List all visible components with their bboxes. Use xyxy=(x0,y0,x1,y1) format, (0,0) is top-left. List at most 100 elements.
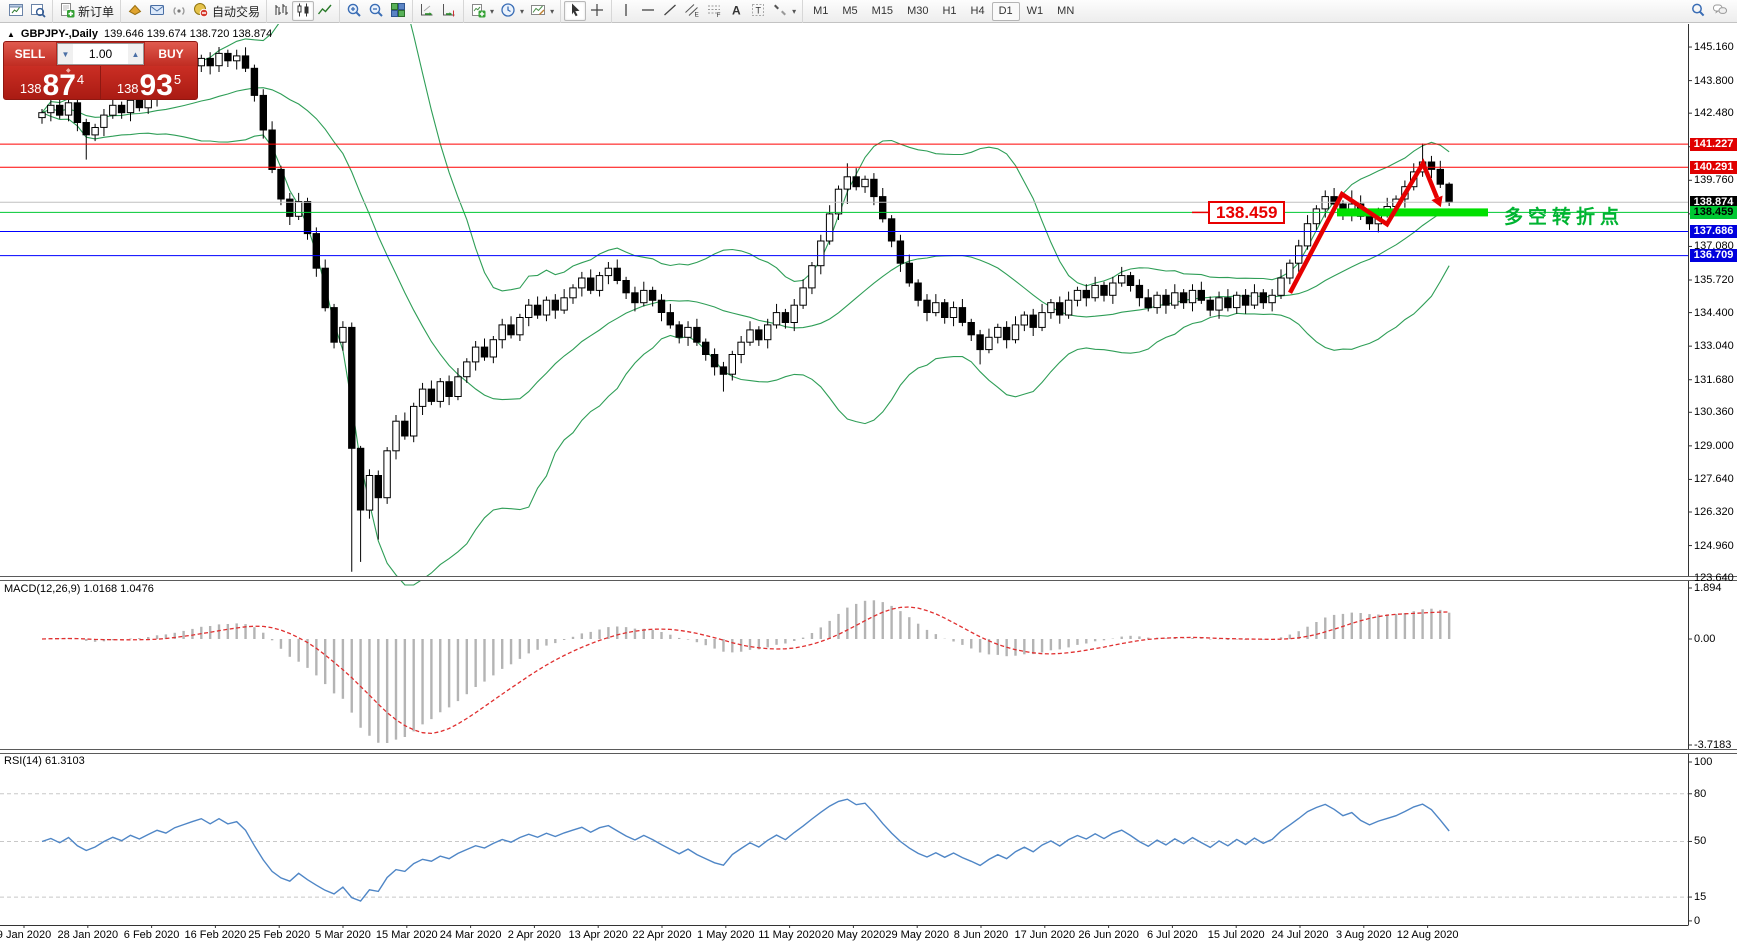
collapse-panel-icon[interactable]: ▲ xyxy=(7,30,15,39)
data-window-button[interactable] xyxy=(27,1,49,21)
chart-shift-button[interactable] xyxy=(438,1,460,21)
channel-button[interactable]: E xyxy=(681,1,703,21)
panel-divider-macd-rsi[interactable] xyxy=(0,749,1737,754)
date-axis-label: 20 May 2020 xyxy=(822,929,886,941)
channel-icon: E xyxy=(684,2,700,21)
zoom-in-button[interactable] xyxy=(343,1,365,21)
chart-window[interactable]: ▲ GBPJPY-,Daily 139.646 139.674 138.720 … xyxy=(0,24,1737,944)
volume-control: ▼ ▲ xyxy=(57,43,144,65)
fibo-icon: F xyxy=(706,2,722,21)
line-chart-button[interactable] xyxy=(314,1,336,21)
bid-sup: 4 xyxy=(77,72,84,87)
timeframe-m1-button[interactable]: M1 xyxy=(806,2,835,21)
chinese-annotation-text[interactable]: 多空转折点 xyxy=(1504,202,1624,229)
timeframe-w1-button[interactable]: W1 xyxy=(1020,2,1051,21)
symbol-title: GBPJPY-,Daily xyxy=(21,28,98,40)
new-order-label: 新订单 xyxy=(78,3,114,20)
cursor-button[interactable] xyxy=(564,1,586,21)
date-axis-label: 15 Jul 2020 xyxy=(1208,929,1265,941)
toolbar-right xyxy=(1687,0,1731,23)
autotrade-button[interactable]: 自动交易 xyxy=(190,1,263,21)
price-axis-tick: 131.680 xyxy=(1694,374,1734,386)
vline-icon xyxy=(618,2,634,21)
signal-button[interactable] xyxy=(168,1,190,21)
arrows-button[interactable]: ▾ xyxy=(769,1,799,21)
search-icon xyxy=(1690,2,1706,21)
label-t-button[interactable]: T xyxy=(747,1,769,21)
vline-button[interactable] xyxy=(615,1,637,21)
fibo-button[interactable]: F xyxy=(703,1,725,21)
chat-icon xyxy=(1712,2,1728,21)
date-axis-label: 22 Apr 2020 xyxy=(632,929,691,941)
date-axis-label: 3 Aug 2020 xyxy=(1336,929,1392,941)
timeframe-m30-button[interactable]: M30 xyxy=(900,2,935,21)
timeframe-m5-button[interactable]: M5 xyxy=(835,2,864,21)
date-axis-label: 2 Apr 2020 xyxy=(508,929,561,941)
ask-main: 93 xyxy=(140,73,173,99)
date-axis-label: 6 Feb 2020 xyxy=(124,929,180,941)
panel-divider-main-macd[interactable] xyxy=(0,576,1737,581)
rsi-axis-tick: 80 xyxy=(1694,788,1706,800)
price-level-badge: 136.709 xyxy=(1690,249,1737,262)
label-t-icon: T xyxy=(750,2,766,21)
svg-text:E: E xyxy=(695,11,700,18)
timeframe-m15-button[interactable]: M15 xyxy=(865,2,900,21)
rsi-indicator-label: RSI(14) 61.3103 xyxy=(4,755,85,767)
price-level-badge: 137.686 xyxy=(1690,225,1737,238)
svg-text:F: F xyxy=(717,12,721,18)
new-order-button[interactable]: 新订单 xyxy=(56,1,117,21)
trendline-button[interactable] xyxy=(659,1,681,21)
bar-chart-button[interactable] xyxy=(270,1,292,21)
tile-windows-button[interactable] xyxy=(387,1,409,21)
hline-button[interactable] xyxy=(637,1,659,21)
date-axis-label: 12 Aug 2020 xyxy=(1397,929,1459,941)
template-button[interactable]: ▾ xyxy=(527,1,557,21)
date-axis-label: 29 May 2020 xyxy=(885,929,949,941)
timeframe-group: M1M5M15M30H1H4D1W1MN xyxy=(802,0,1084,23)
new-chart-button[interactable]: ▾ xyxy=(467,1,497,21)
timeframe-h4-button[interactable]: H4 xyxy=(964,2,992,21)
timeframe-mn-button[interactable]: MN xyxy=(1050,2,1081,21)
signal-icon xyxy=(171,2,187,21)
macd-axis-tick: 1.894 xyxy=(1694,582,1722,594)
volume-input[interactable] xyxy=(73,47,128,61)
date-axis-label: 16 Feb 2020 xyxy=(185,929,247,941)
chart-plot-area[interactable] xyxy=(0,24,1737,944)
chart-window-icon xyxy=(8,2,24,21)
date-axis-label: 24 Mar 2020 xyxy=(440,929,502,941)
zoom-out-button[interactable] xyxy=(365,1,387,21)
autoscroll-icon xyxy=(419,2,435,21)
timeframe-h1-button[interactable]: H1 xyxy=(935,2,963,21)
buy-button[interactable]: BUY xyxy=(145,42,197,66)
date-axis-label: 24 Jul 2020 xyxy=(1272,929,1329,941)
gold-widget-button[interactable] xyxy=(124,1,146,21)
sell-button[interactable]: SELL xyxy=(4,42,56,66)
trendline-icon xyxy=(662,2,678,21)
spread-marker-icon: ◆ xyxy=(66,67,71,74)
rsi-axis-tick: 100 xyxy=(1694,756,1712,768)
bid-price-display[interactable]: ◆ 138 87 4 xyxy=(4,66,101,100)
price-axis-tick: 129.000 xyxy=(1694,440,1734,452)
volume-step-down-button[interactable]: ▼ xyxy=(58,44,73,64)
price-annotation-label[interactable]: 138.459 xyxy=(1208,201,1285,224)
search-button[interactable] xyxy=(1687,2,1709,22)
date-axis-label: 28 Jan 2020 xyxy=(58,929,119,941)
period-button[interactable]: ▾ xyxy=(497,1,527,21)
date-axis-label: 8 Jun 2020 xyxy=(954,929,1008,941)
volume-step-up-button[interactable]: ▲ xyxy=(128,44,143,64)
macd-indicator-label: MACD(12,26,9) 1.0168 1.0476 xyxy=(4,583,154,595)
mailbox-button[interactable] xyxy=(146,1,168,21)
chart-window-button[interactable] xyxy=(5,1,27,21)
price-level-badge: 141.227 xyxy=(1690,138,1737,151)
price-axis-tick: 127.640 xyxy=(1694,473,1734,485)
text-a-button[interactable]: A xyxy=(725,1,747,21)
data-window-icon xyxy=(30,2,46,21)
cursor-icon xyxy=(567,2,583,21)
crosshair-button[interactable] xyxy=(586,1,608,21)
candle-chart-button[interactable] xyxy=(292,1,314,21)
ask-price-display[interactable]: 138 93 5 xyxy=(101,66,197,100)
timeframe-d1-button[interactable]: D1 xyxy=(992,2,1020,21)
chat-button[interactable] xyxy=(1709,2,1731,22)
autoscroll-button[interactable] xyxy=(416,1,438,21)
tile-windows-icon xyxy=(390,2,406,21)
